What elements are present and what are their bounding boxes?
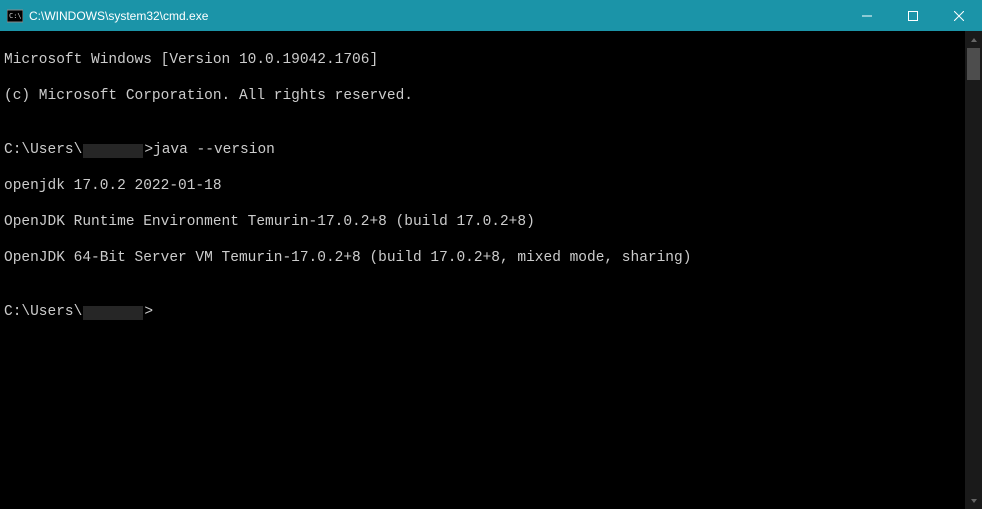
svg-text:C:\: C:\ [9, 12, 22, 20]
terminal-line: openjdk 17.0.2 2022-01-18 [4, 177, 961, 195]
terminal-line: Microsoft Windows [Version 10.0.19042.17… [4, 51, 961, 69]
terminal-line: C:\Users\ >java --version [4, 141, 961, 159]
terminal-line: (c) Microsoft Corporation. All rights re… [4, 87, 961, 105]
terminal-line: OpenJDK 64-Bit Server VM Temurin-17.0.2+… [4, 249, 961, 267]
redacted-username [83, 306, 143, 320]
scroll-up-button[interactable] [965, 31, 982, 48]
prompt-prefix: C:\Users\ [4, 142, 82, 158]
window-title: C:\WINDOWS\system32\cmd.exe [29, 9, 208, 23]
maximize-button[interactable] [890, 0, 936, 31]
terminal-line: C:\Users\ > [4, 303, 961, 321]
cmd-icon: C:\ [7, 8, 23, 24]
window-titlebar[interactable]: C:\ C:\WINDOWS\system32\cmd.exe [0, 0, 982, 31]
prompt-prefix: C:\Users\ [4, 304, 82, 320]
close-button[interactable] [936, 0, 982, 31]
prompt-cursor: > [144, 304, 153, 320]
prompt-command: >java --version [144, 142, 275, 158]
scroll-track[interactable] [965, 80, 982, 492]
redacted-username [83, 144, 143, 158]
vertical-scrollbar[interactable] [965, 31, 982, 509]
terminal-output[interactable]: Microsoft Windows [Version 10.0.19042.17… [0, 31, 965, 509]
terminal-line: OpenJDK Runtime Environment Temurin-17.0… [4, 213, 961, 231]
scroll-down-button[interactable] [965, 492, 982, 509]
scroll-thumb[interactable] [967, 48, 980, 80]
minimize-button[interactable] [844, 0, 890, 31]
